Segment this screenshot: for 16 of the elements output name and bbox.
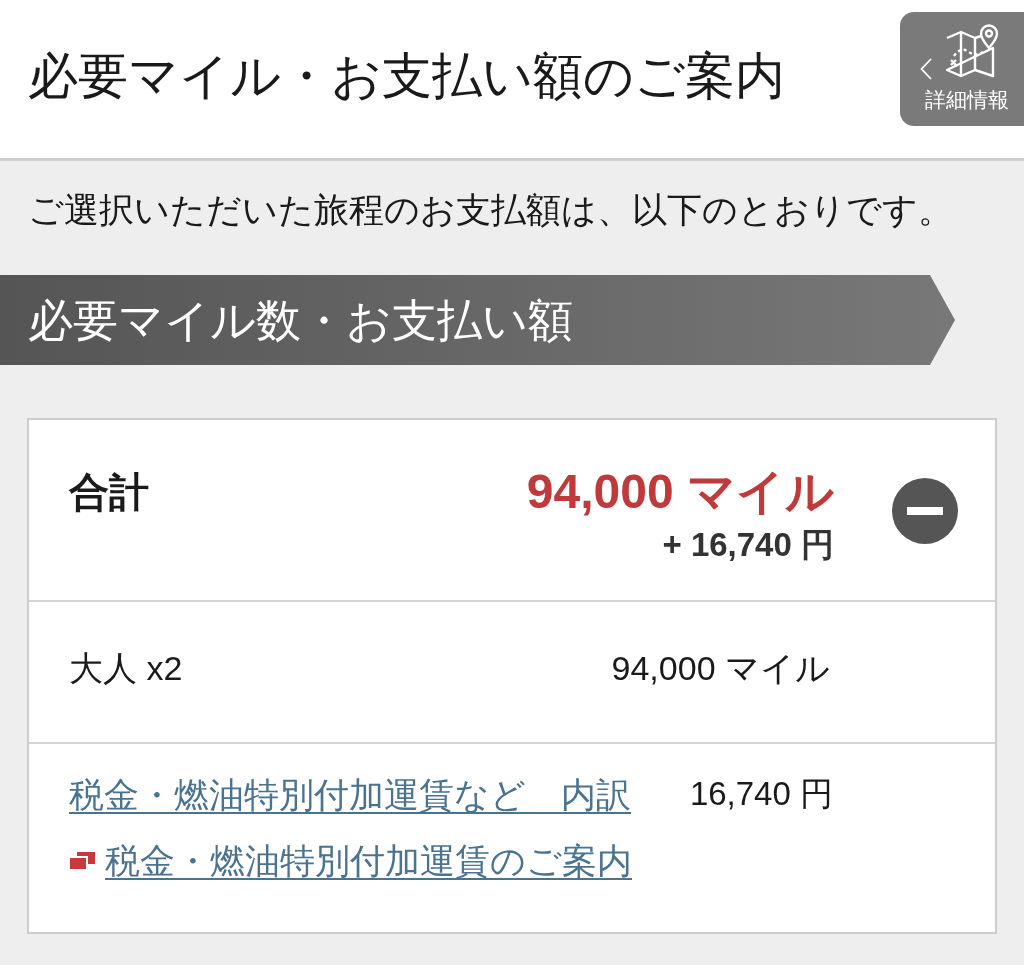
- tax-amount: 16,740 円: [689, 774, 833, 814]
- tax-breakdown-link[interactable]: 税金・燃油特別付加運賃など 内訳: [69, 774, 631, 816]
- chevron-left-icon: [920, 58, 932, 80]
- intro-text: ご選択いただいた旅程のお支払額は、以下のとおりです。: [28, 191, 953, 230]
- total-miles: 94,000 マイル: [526, 468, 834, 516]
- total-label: 合計: [69, 472, 149, 512]
- section-banner: 必要マイル数・お支払い額: [0, 275, 955, 365]
- passenger-label: 大人 x2: [69, 647, 183, 689]
- passenger-miles: 94,000 マイル: [611, 647, 830, 689]
- detail-info-button[interactable]: 詳細情報: [900, 12, 1024, 126]
- tax-info-link[interactable]: 税金・燃油特別付加運賃のご案内: [105, 840, 632, 882]
- map-pin-icon: [945, 24, 1001, 80]
- total-payment: + 16,740 円: [662, 528, 834, 561]
- new-window-icon: [69, 852, 95, 870]
- page-title: 必要マイル・お支払い額のご案内: [28, 50, 785, 103]
- collapse-icon[interactable]: [892, 478, 958, 544]
